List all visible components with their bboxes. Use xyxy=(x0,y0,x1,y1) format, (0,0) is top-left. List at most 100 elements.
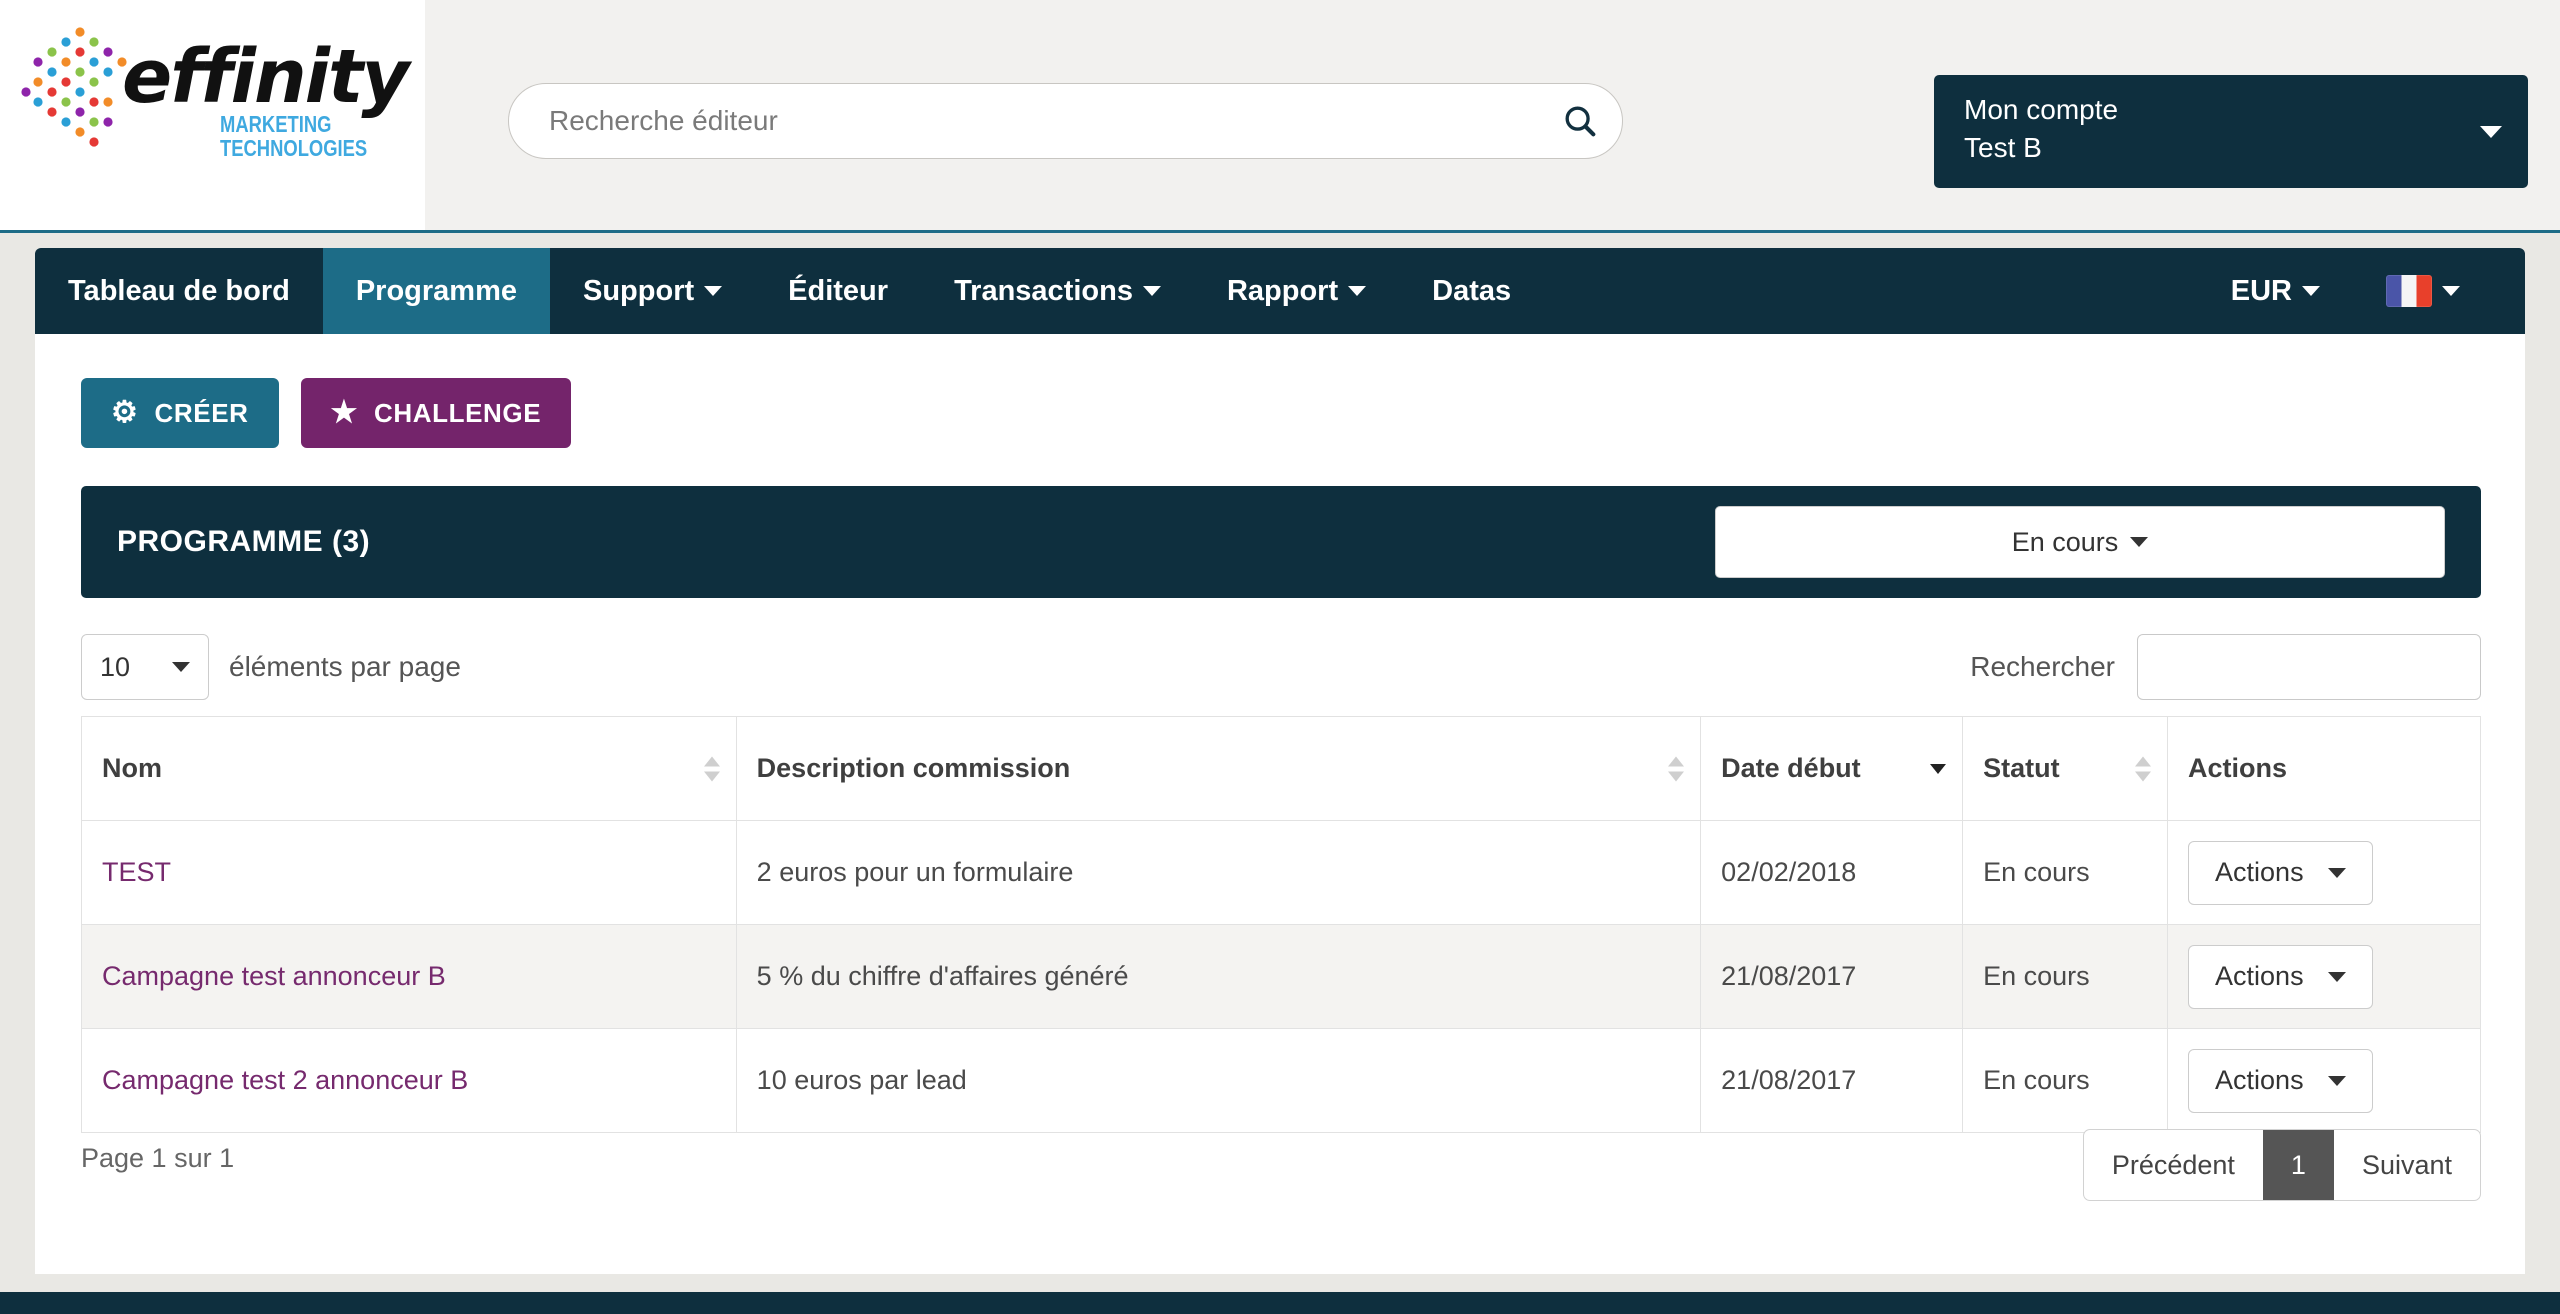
table-search-label: Rechercher xyxy=(1970,651,2115,682)
chevron-down-icon xyxy=(2327,1075,2346,1086)
brand-tagline-line1: MARKETING xyxy=(220,111,332,137)
content-area: ⚙ CRÉER ★ CHALLENGE PROGRAMME (3) En cou… xyxy=(35,334,2525,1274)
search-button[interactable] xyxy=(1538,84,1622,158)
pagination: Précédent 1 Suivant xyxy=(2082,1129,2481,1201)
per-page-group: 10 éléments par page xyxy=(81,634,461,700)
chevron-down-icon xyxy=(2442,286,2460,296)
cell-nom: TEST xyxy=(81,820,737,925)
brand-tagline-line2: TECHNOLOGIES xyxy=(220,135,368,162)
sort-indicator-description[interactable] xyxy=(1668,756,1685,781)
programme-link[interactable]: Campagne test 2 annonceur B xyxy=(102,1065,468,1095)
sort-asc-icon xyxy=(2135,756,2152,766)
app-page: effinity MARKETING TECHNOLOGIES Mon comp… xyxy=(0,0,2560,1314)
table-body: TEST 2 euros pour un formulaire 02/02/20… xyxy=(81,820,2481,1133)
currency-selector[interactable]: EUR xyxy=(2198,275,2353,308)
sort-desc-icon xyxy=(703,771,720,781)
logo-panel: effinity MARKETING TECHNOLOGIES xyxy=(0,0,425,232)
challenge-button[interactable]: ★ CHALLENGE xyxy=(300,378,572,448)
brand-tagline: MARKETING TECHNOLOGIES xyxy=(220,112,367,160)
nav-item-programme[interactable]: Programme xyxy=(322,248,550,334)
programme-table: Nom Description commission Date début St… xyxy=(81,716,2481,1133)
main-navigation: Tableau de bord Programme Support Éditeu… xyxy=(35,248,2525,334)
row-actions-button[interactable]: Actions xyxy=(2188,840,2373,905)
chevron-down-icon xyxy=(2302,286,2320,296)
nav-item-rapport[interactable]: Rapport xyxy=(1194,248,1399,334)
chevron-down-icon xyxy=(1348,286,1367,296)
table-filters: 10 éléments par page Rechercher xyxy=(81,634,2481,714)
table-head: Nom Description commission Date début St… xyxy=(81,716,2481,821)
row-actions-label: Actions xyxy=(2215,1065,2304,1095)
cell-description: 2 euros pour un formulaire xyxy=(735,820,1702,925)
gear-icon: ⚙ xyxy=(111,396,139,429)
create-button[interactable]: ⚙ CRÉER xyxy=(81,378,279,448)
nav-item-transactions[interactable]: Transactions xyxy=(921,248,1194,334)
editor-search-box[interactable] xyxy=(508,83,1623,159)
nav-label: Transactions xyxy=(954,274,1133,307)
column-header-date-debut[interactable]: Date début xyxy=(1700,716,1964,821)
cell-date: 21/08/2017 xyxy=(1700,1028,1964,1133)
sort-desc-icon xyxy=(2135,771,2152,781)
nav-label: Éditeur xyxy=(788,274,889,307)
sort-indicator-statut[interactable] xyxy=(2135,756,2152,781)
nav-label: Datas xyxy=(1432,274,1512,307)
nav-right-group: EUR xyxy=(2198,248,2525,334)
pagination-previous[interactable]: Précédent xyxy=(2084,1130,2263,1200)
currency-label: EUR xyxy=(2230,274,2292,307)
page-info: Page 1 sur 1 xyxy=(81,1143,235,1173)
cell-statut: En cours xyxy=(1962,1028,2169,1133)
programme-link[interactable]: TEST xyxy=(102,857,171,887)
sort-desc-icon xyxy=(1930,763,1947,774)
star-icon: ★ xyxy=(330,396,359,429)
brand-logo[interactable]: effinity MARKETING TECHNOLOGIES xyxy=(18,14,410,204)
language-selector[interactable] xyxy=(2353,275,2493,307)
challenge-button-label: CHALLENGE xyxy=(374,397,542,428)
row-actions-label: Actions xyxy=(2215,857,2304,887)
nav-item-editeur[interactable]: Éditeur xyxy=(755,248,921,334)
nav-label: Programme xyxy=(355,274,517,307)
column-label: Date début xyxy=(1721,753,1861,783)
sort-desc-icon xyxy=(1668,771,1685,781)
sort-asc-icon xyxy=(703,756,720,766)
per-page-select[interactable]: 10 xyxy=(81,634,209,700)
nav-item-datas[interactable]: Datas xyxy=(1399,248,1544,334)
table-row: Campagne test 2 annonceur B 10 euros par… xyxy=(81,1028,2481,1133)
column-label: Actions xyxy=(2188,753,2288,783)
column-label: Description commission xyxy=(756,753,1071,783)
pagination-next[interactable]: Suivant xyxy=(2334,1130,2480,1200)
cell-date: 21/08/2017 xyxy=(1700,924,1964,1029)
cell-statut: En cours xyxy=(1962,820,2169,925)
chevron-down-icon xyxy=(2480,125,2502,138)
per-page-value: 10 xyxy=(100,651,131,682)
column-header-statut[interactable]: Statut xyxy=(1962,716,2169,821)
chevron-down-icon xyxy=(1142,286,1161,296)
top-header: effinity MARKETING TECHNOLOGIES Mon comp… xyxy=(0,0,2560,232)
french-flag-icon xyxy=(2386,275,2432,307)
programme-link[interactable]: Campagne test annonceur B xyxy=(102,961,446,991)
column-header-nom[interactable]: Nom xyxy=(81,716,737,821)
search-input[interactable] xyxy=(509,105,1538,137)
account-dropdown[interactable]: Mon compte Test B xyxy=(1934,75,2528,188)
per-page-label: éléments par page xyxy=(229,651,461,682)
nav-item-support[interactable]: Support xyxy=(550,248,755,334)
chevron-down-icon xyxy=(2130,537,2149,547)
account-label: Mon compte xyxy=(1964,94,2119,125)
column-header-description[interactable]: Description commission xyxy=(735,716,1702,821)
row-actions-button[interactable]: Actions xyxy=(2188,944,2373,1009)
table-row: Campagne test annonceur B 5 % du chiffre… xyxy=(81,924,2481,1029)
chevron-down-icon xyxy=(704,286,723,296)
cell-date: 02/02/2018 xyxy=(1700,820,1964,925)
column-label: Nom xyxy=(102,753,162,783)
table-search-input[interactable] xyxy=(2137,634,2481,700)
programme-panel-header: PROGRAMME (3) En cours xyxy=(81,486,2481,598)
sort-indicator-date-debut[interactable] xyxy=(1930,763,1947,774)
pagination-page-1[interactable]: 1 xyxy=(2262,1130,2334,1200)
cell-nom: Campagne test 2 annonceur B xyxy=(81,1028,737,1133)
sort-asc-icon xyxy=(1668,756,1685,766)
sort-indicator-nom[interactable] xyxy=(703,756,720,781)
status-filter-dropdown[interactable]: En cours xyxy=(1715,506,2445,578)
chevron-down-icon xyxy=(2327,971,2346,982)
row-actions-button[interactable]: Actions xyxy=(2188,1048,2373,1113)
nav-item-tableau-de-bord[interactable]: Tableau de bord xyxy=(35,248,323,334)
column-label: Statut xyxy=(1983,753,2060,783)
